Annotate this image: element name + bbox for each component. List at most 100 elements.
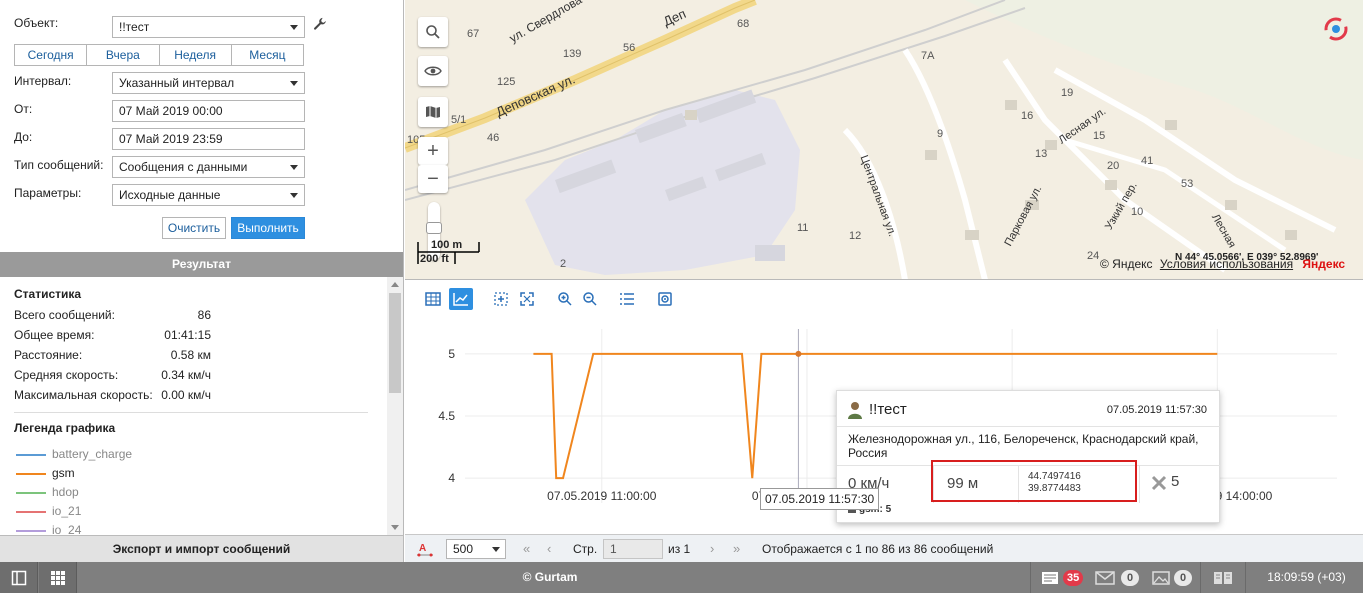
- to-date-field[interactable]: 07 Май 2019 23:59: [112, 128, 305, 150]
- period-today-button[interactable]: Сегодня: [15, 45, 88, 65]
- legend-item-io-24[interactable]: io_24: [14, 523, 314, 535]
- legend-label: io_21: [52, 504, 82, 518]
- stat-value: 0.00 км/ч: [161, 388, 211, 402]
- execute-button[interactable]: Выполнить: [231, 217, 305, 239]
- message-address: Железнодорожная ул., 116, Белореченск, К…: [848, 432, 1199, 460]
- next-page-icon[interactable]: ›: [710, 541, 714, 556]
- scrollbar-thumb[interactable]: [389, 293, 401, 393]
- clock: 18:09:59 (+03): [1267, 570, 1346, 584]
- stat-value: 0.34 км/ч: [161, 368, 211, 382]
- params-row: Параметры: Исходные данные: [0, 184, 404, 208]
- house-number: 68: [737, 18, 750, 30]
- scroll-up-icon[interactable]: [391, 282, 399, 287]
- object-select[interactable]: !!тест: [112, 16, 305, 38]
- messages-button[interactable]: 0: [1095, 562, 1139, 593]
- house-number: 5/1: [451, 114, 467, 126]
- map-tiles: [405, 0, 1363, 279]
- divider: [14, 412, 368, 413]
- export-import-button[interactable]: Экспорт и импорт сообщений: [0, 535, 403, 562]
- scale-meters: 100 m: [431, 239, 463, 251]
- stat-row: Общее время: 01:41:15: [0, 328, 403, 346]
- camera-icon: [658, 292, 672, 306]
- legend-label: gsm: [52, 466, 75, 480]
- period-week-button[interactable]: Неделя: [159, 45, 232, 65]
- zoom-in-button[interactable]: +: [418, 137, 448, 165]
- first-page-icon[interactable]: «: [523, 541, 530, 556]
- stat-label: Средняя скорость:: [14, 368, 119, 382]
- legend-item-gsm[interactable]: gsm: [14, 466, 314, 484]
- map-search-button[interactable]: [418, 17, 448, 47]
- satellite-icon: [1151, 475, 1167, 491]
- page-label: Стр.: [573, 542, 598, 556]
- brand-logo-icon[interactable]: [1323, 16, 1349, 42]
- unit-name: !!тест: [869, 401, 907, 418]
- house-number: 13: [1035, 148, 1048, 160]
- house-number: 2: [560, 258, 567, 270]
- to-label: До:: [14, 130, 33, 144]
- legend-item-hdop[interactable]: hdop: [14, 485, 314, 503]
- stat-row: Максимальная скорость: 0.00 км/ч: [0, 388, 403, 406]
- last-page-icon[interactable]: »: [733, 541, 740, 556]
- scale-feet: 200 ft: [420, 253, 449, 265]
- result-scrollbar[interactable]: [387, 277, 403, 535]
- message-tooltip: !!тест 07.05.2019 11:57:30 Железнодорожн…: [836, 390, 1221, 523]
- chart-snapshot-button[interactable]: [653, 288, 677, 310]
- font-settings-icon[interactable]: A: [416, 540, 434, 558]
- object-row: Объект: !!тест: [0, 14, 404, 38]
- object-label: Объект:: [14, 16, 59, 30]
- period-yesterday-button[interactable]: Вчера: [87, 45, 160, 65]
- chevron-down-icon: [290, 81, 298, 86]
- search-icon: [426, 25, 440, 39]
- zoom-in-icon: [558, 292, 572, 306]
- message-type-select[interactable]: Сообщения с данными: [112, 156, 305, 178]
- wrench-icon[interactable]: [313, 17, 327, 31]
- legend-swatch: [16, 492, 46, 494]
- zoom-out-button[interactable]: −: [418, 165, 448, 193]
- interval-row: Интервал: Указанный интервал: [0, 72, 404, 96]
- toggle-panel-button[interactable]: [0, 562, 38, 593]
- page-number-input[interactable]: 1: [603, 539, 663, 559]
- map-visibility-button[interactable]: [418, 56, 448, 86]
- messages-count: 0: [1121, 569, 1139, 586]
- zoom-slider-handle[interactable]: [426, 222, 442, 234]
- map[interactable]: ул. Свердлова Деповская ул. Деп Централь…: [405, 0, 1363, 280]
- page-size-select[interactable]: 500: [446, 539, 506, 559]
- legend-swatch: [16, 473, 46, 475]
- fit-all-button[interactable]: [515, 288, 539, 310]
- prev-page-icon[interactable]: ‹: [547, 541, 551, 556]
- select-zoom-button[interactable]: [489, 288, 513, 310]
- from-label: От:: [14, 102, 33, 116]
- house-number: 20: [1107, 160, 1120, 172]
- clear-button[interactable]: Очистить: [162, 217, 226, 239]
- apps-button[interactable]: [39, 562, 77, 593]
- stat-value: 86: [197, 308, 211, 322]
- zoom-out-chart-button[interactable]: [578, 288, 602, 310]
- result-body: Статистика Всего сообщений: 86 Общее вре…: [0, 277, 403, 535]
- map-layers-button[interactable]: [418, 97, 448, 127]
- layout-button[interactable]: [1213, 562, 1233, 593]
- period-month-button[interactable]: Месяц: [231, 45, 303, 65]
- table-view-button[interactable]: [421, 288, 445, 310]
- notifications-button[interactable]: 35: [1041, 562, 1084, 593]
- stat-row: Всего сообщений: 86: [0, 308, 403, 326]
- legend-label: battery_charge: [52, 447, 133, 461]
- media-button[interactable]: 0: [1152, 562, 1192, 593]
- stat-label: Расстояние:: [14, 348, 83, 362]
- chart-params-button[interactable]: [615, 288, 639, 310]
- map-copyright: © Яндекс Условия использования Яндекс: [1100, 257, 1345, 271]
- params-select[interactable]: Исходные данные: [112, 184, 305, 206]
- zoom-in-chart-button[interactable]: [553, 288, 577, 310]
- terms-link[interactable]: Условия использования: [1160, 257, 1293, 271]
- scroll-down-icon[interactable]: [391, 525, 399, 530]
- grid-icon: [50, 570, 65, 585]
- legend-item-battery-charge[interactable]: battery_charge: [14, 447, 314, 465]
- chart-view-button[interactable]: [449, 288, 473, 310]
- statistics-title: Статистика: [14, 287, 82, 301]
- y-tick-label: 4.5: [438, 409, 455, 423]
- from-date-field[interactable]: 07 Май 2019 00:00: [112, 100, 305, 122]
- legend-item-io-21[interactable]: io_21: [14, 504, 314, 522]
- brand-copyright: © Gurtam: [522, 570, 578, 584]
- highlight-box: [931, 460, 1137, 502]
- interval-select[interactable]: Указанный интервал: [112, 72, 305, 94]
- params-select-value: Исходные данные: [119, 188, 221, 202]
